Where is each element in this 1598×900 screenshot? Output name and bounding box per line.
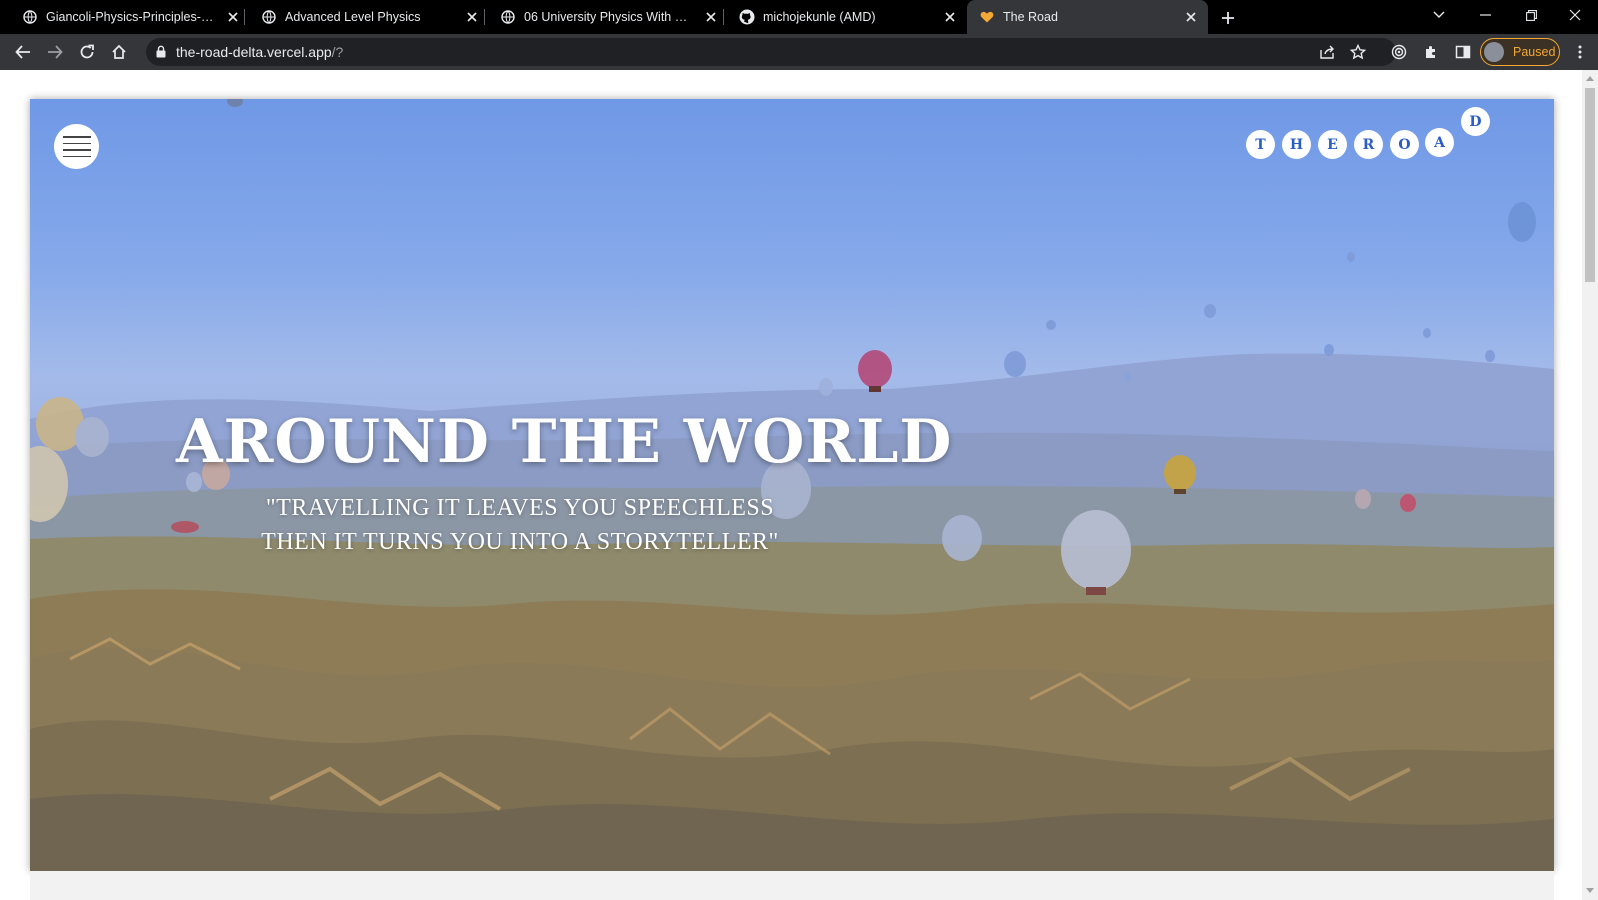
globe-icon [261,9,277,25]
logo-letter: A [1425,128,1454,157]
avatar [1484,42,1504,62]
side-panel-icon[interactable] [1452,41,1474,63]
logo-letter: D [1461,107,1490,136]
more-menu-icon[interactable] [1569,41,1591,63]
globe-icon [500,9,516,25]
logo-letter: R [1354,130,1383,159]
url-path: /? [331,44,344,60]
scrollbar-thumb[interactable] [1585,88,1595,282]
bookmark-star-icon[interactable] [1347,41,1369,63]
hero-quote: "TRAVELLING IT LEAVES YOU SPEECHLESS THE… [230,491,810,559]
tab-title: michojekunle (AMD) [763,10,876,24]
lock-icon [156,45,166,63]
tab-title: Advanced Level Physics [285,10,421,24]
url-host: the-road-delta.vercel.app [176,44,332,60]
tab-giancoli[interactable]: Giancoli-Physics-Principles-with- [0,0,245,34]
quote-line: THEN IT TURNS YOU INTO A STORYTELLER" [261,529,779,555]
logo-letter: E [1318,130,1347,159]
tab-the-road[interactable]: The Road [967,0,1208,34]
browser-toolbar: the-road-delta.vercel.app/? Paused [0,34,1598,70]
github-icon [739,9,755,25]
tab-advanced-level-physics[interactable]: Advanced Level Physics [239,0,484,34]
tab-github-michojekunle[interactable]: michojekunle (AMD) [717,0,962,34]
profile-status-label: Paused [1513,45,1556,59]
tab-title: Giancoli-Physics-Principles-with- [46,10,216,24]
reload-button[interactable] [76,41,98,63]
address-bar[interactable]: the-road-delta.vercel.app/? [146,38,1396,66]
home-button[interactable] [108,41,130,63]
restore-button[interactable] [1508,0,1554,30]
extensions-puzzle-icon[interactable] [1420,41,1442,63]
minimize-button[interactable] [1462,0,1508,30]
logo-letter: H [1282,130,1311,159]
extension-target-icon[interactable] [1388,41,1410,63]
hero-headline: AROUND THE WORLD [176,407,953,477]
tab-search-button[interactable] [1416,0,1462,30]
close-window-button[interactable] [1552,0,1598,30]
globe-icon [22,9,38,25]
tab-title: 06 University Physics With Mode [524,10,696,24]
logo-letter: O [1390,130,1419,159]
hero-section: T H E R O A D AROUND THE WORLD "TRAVELLI… [30,99,1554,871]
tab-close-icon[interactable] [941,8,959,26]
scroll-down-arrow-icon[interactable] [1586,888,1594,893]
new-tab-button[interactable] [1216,6,1240,30]
page-viewport: T H E R O A D AROUND THE WORLD "TRAVELLI… [0,70,1582,900]
tab-strip: Giancoli-Physics-Principles-with- Advanc… [0,0,1598,34]
tab-close-icon[interactable] [1182,8,1200,26]
profile-paused-button[interactable]: Paused [1480,38,1560,66]
heart-icon [979,9,995,25]
next-section-edge [30,871,1554,900]
site-logo[interactable]: T H E R O A D [30,99,1554,219]
tab-university-physics[interactable]: 06 University Physics With Mode [478,0,723,34]
share-icon[interactable] [1316,41,1338,63]
forward-button[interactable] [44,41,66,63]
page-scrollbar[interactable] [1582,70,1598,900]
tab-title: The Road [1003,10,1058,24]
scroll-up-arrow-icon[interactable] [1586,76,1594,81]
quote-line: "TRAVELLING IT LEAVES YOU SPEECHLESS [265,495,775,521]
back-button[interactable] [12,41,34,63]
logo-letter: T [1246,130,1275,159]
url-text: the-road-delta.vercel.app/? [176,44,343,60]
